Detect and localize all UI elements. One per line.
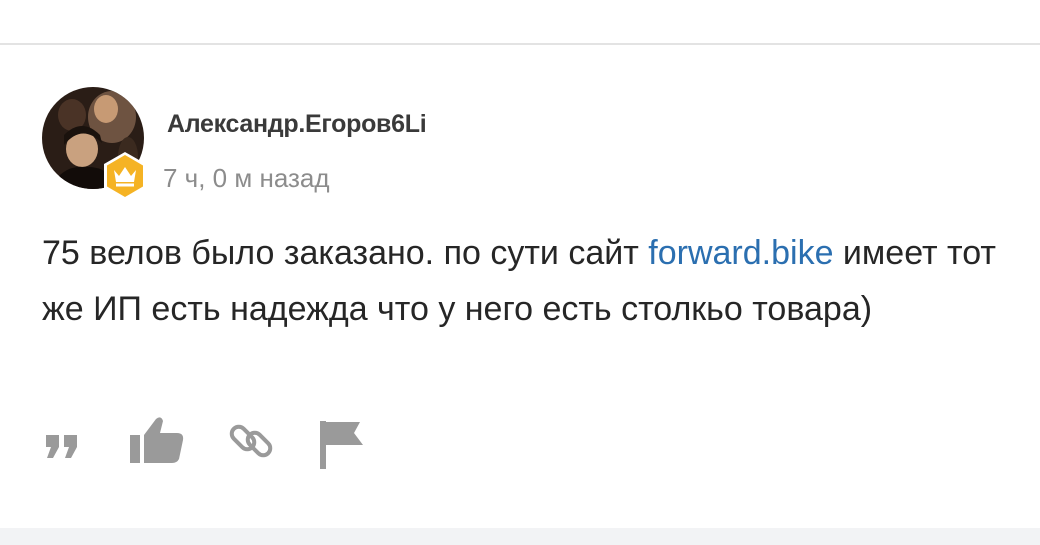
crown-badge — [102, 151, 148, 201]
comment-card: Александр.Егоров6Li 7 ч, 0 м назад 75 ве… — [0, 45, 1040, 528]
author-name[interactable]: Александр.Егоров6Li — [167, 110, 427, 139]
comment-body: 75 велов было заказано. по сути сайт for… — [42, 225, 1022, 337]
comment-timestamp: 7 ч, 0 м назад — [163, 163, 330, 193]
bottom-band — [0, 528, 1040, 545]
crown-icon — [104, 152, 146, 200]
author-avatar-container[interactable] — [42, 87, 146, 200]
quote-icon[interactable] — [44, 433, 80, 459]
forward-bike-link[interactable]: forward.bike — [648, 234, 833, 272]
link-icon[interactable] — [228, 417, 276, 465]
report-flag-icon[interactable] — [320, 419, 366, 471]
like-icon[interactable] — [129, 415, 185, 465]
comment-text-before-link: 75 велов было заказано. по сути сайт — [42, 234, 649, 272]
